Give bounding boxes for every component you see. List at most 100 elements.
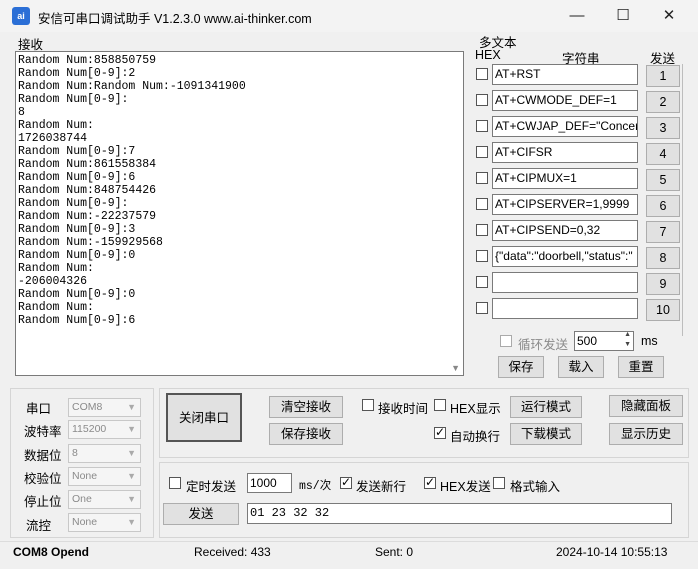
multi-scrollbar[interactable] <box>682 64 683 336</box>
download-mode-button[interactable]: 下载模式 <box>510 423 582 445</box>
multi-text-input[interactable]: {"data":"doorbell,"status":" <box>492 246 638 267</box>
scroll-down-icon[interactable]: ▼ <box>451 363 460 373</box>
minimize-button[interactable]: — <box>554 0 600 32</box>
chevron-down-icon: ▼ <box>127 448 136 458</box>
chevron-down-icon: ▼ <box>127 517 136 527</box>
send-row-button[interactable]: 4 <box>646 143 680 165</box>
baud-select[interactable]: 115200 ▼ <box>68 420 141 439</box>
receive-line: Random Num:-159929568 <box>18 236 163 249</box>
spin-up-down-icon[interactable]: ▲ ▼ <box>624 332 631 350</box>
show-history-button[interactable]: 显示历史 <box>609 423 683 445</box>
receive-line: Random Num:848754426 <box>18 184 157 197</box>
multi-text-input[interactable]: AT+CWMODE_DEF=1 <box>492 90 638 111</box>
multi-text-input[interactable]: AT+CIPSERVER=1,9999 <box>492 194 638 215</box>
multi-text-input[interactable]: AT+CIPSEND=0,32 <box>492 220 638 241</box>
status-bar: COM8 Opend Received: 433 Sent: 0 2024-10… <box>0 541 698 569</box>
parity-label: 校验位 <box>24 472 62 486</box>
timed-send-label: 定时发送 <box>186 480 237 494</box>
timed-unit: ms/次 <box>299 480 332 493</box>
reset-multi-button[interactable]: 重置 <box>618 356 664 378</box>
port-select[interactable]: COM8 ▼ <box>68 398 141 417</box>
receive-line: Random Num[0-9]:2 <box>18 67 136 80</box>
send-button[interactable]: 发送 <box>163 503 239 525</box>
timed-interval-input[interactable]: 1000 <box>247 473 292 493</box>
loop-send-label: 循环发送 <box>518 338 569 352</box>
databits-label: 数据位 <box>24 449 62 463</box>
receive-line: Random Num:Random Num:-1091341900 <box>18 80 246 93</box>
send-row-button[interactable]: 7 <box>646 221 680 243</box>
app-logo-icon: ai <box>12 7 30 25</box>
loop-unit: ms <box>641 334 658 348</box>
send-row-button[interactable]: 3 <box>646 117 680 139</box>
send-row-button[interactable]: 2 <box>646 91 680 113</box>
multi-text-input[interactable]: AT+CIFSR <box>492 142 638 163</box>
clear-receive-button[interactable]: 清空接收 <box>269 396 343 418</box>
parity-select[interactable]: None ▼ <box>68 467 141 486</box>
hex-row-checkbox[interactable] <box>476 120 488 132</box>
auto-wrap-checkbox[interactable] <box>434 425 446 439</box>
format-input-checkbox[interactable] <box>493 477 505 489</box>
loop-send-checkbox[interactable] <box>500 335 512 347</box>
receive-line: 8 <box>18 106 25 119</box>
maximize-button[interactable]: ☐ <box>600 0 646 32</box>
receive-line: Random Num: <box>18 119 94 132</box>
close-window-button[interactable]: ✕ <box>646 0 692 32</box>
send-group <box>159 462 689 538</box>
hex-row-checkbox[interactable] <box>476 302 488 314</box>
receive-line: Random Num: <box>18 301 94 314</box>
hex-display-checkbox[interactable] <box>434 399 446 411</box>
receive-textarea[interactable]: Random Num:858850759 Random Num[0-9]:2 Ran… <box>15 51 464 376</box>
send-row-button[interactable]: 10 <box>646 299 680 321</box>
close-port-button[interactable]: 关闭串口 <box>166 393 242 442</box>
receive-line: Random Num: <box>18 262 94 275</box>
chevron-down-icon: ▼ <box>127 471 136 481</box>
timed-send-checkbox[interactable] <box>169 477 181 489</box>
sent-count: Sent: 0 <box>375 545 414 559</box>
multi-text-input[interactable] <box>492 272 638 293</box>
hex-row-checkbox[interactable] <box>476 172 488 184</box>
hex-header: HEX <box>475 48 501 62</box>
receive-line: Random Num[0-9]:6 <box>18 171 136 184</box>
databits-select[interactable]: 8 ▼ <box>68 444 141 463</box>
hex-row-checkbox[interactable] <box>476 224 488 236</box>
hide-panel-button[interactable]: 隐藏面板 <box>609 395 683 417</box>
load-multi-button[interactable]: 载入 <box>558 356 604 378</box>
send-row-button[interactable]: 6 <box>646 195 680 217</box>
receive-time-checkbox[interactable] <box>362 399 374 411</box>
multi-text-input[interactable]: AT+CWJAP_DEF="Concer <box>492 116 638 137</box>
save-receive-button[interactable]: 保存接收 <box>269 423 343 445</box>
hex-row-checkbox[interactable] <box>476 68 488 80</box>
multi-text-input[interactable]: AT+CIPMUX=1 <box>492 168 638 189</box>
receive-line: 1726038744 <box>18 132 88 145</box>
send-newline-label: 发送新行 <box>356 480 407 494</box>
stopbits-label: 停止位 <box>24 495 62 509</box>
send-row-button[interactable]: 9 <box>646 273 680 295</box>
hex-send-checkbox[interactable] <box>424 475 436 489</box>
receive-time-label: 接收时间 <box>378 402 429 416</box>
multi-text-input[interactable] <box>492 298 638 319</box>
hex-row-checkbox[interactable] <box>476 250 488 262</box>
receive-line: Random Num:861558384 <box>18 158 157 171</box>
send-row-button[interactable]: 5 <box>646 169 680 191</box>
send-newline-checkbox[interactable] <box>340 475 352 489</box>
hex-row-checkbox[interactable] <box>476 94 488 106</box>
flow-label: 流控 <box>26 519 52 533</box>
receive-line: Random Num[0-9]:0 <box>18 249 136 262</box>
receive-line: Random Num[0-9]:6 <box>18 314 136 327</box>
save-multi-button[interactable]: 保存 <box>498 356 544 378</box>
loop-interval-input[interactable]: 500 ▲ ▼ <box>574 331 634 351</box>
run-mode-button[interactable]: 运行模式 <box>510 396 582 418</box>
title-bar: ai 安信可串口调试助手 V1.2.3.0 www.ai-thinker.com… <box>0 0 698 32</box>
stopbits-select[interactable]: One ▼ <box>68 490 141 509</box>
send-content-input[interactable]: 01 23 32 32 <box>247 503 672 524</box>
port-state: COM8 Opend <box>13 545 90 559</box>
send-row-button[interactable]: 8 <box>646 247 680 269</box>
flow-select[interactable]: None ▼ <box>68 513 141 532</box>
chevron-down-icon: ▼ <box>127 424 136 434</box>
hex-row-checkbox[interactable] <box>476 276 488 288</box>
receive-line: Random Num:-22237579 <box>18 210 157 223</box>
multi-text-input[interactable]: AT+RST <box>492 64 638 85</box>
hex-row-checkbox[interactable] <box>476 146 488 158</box>
send-row-button[interactable]: 1 <box>646 65 680 87</box>
hex-row-checkbox[interactable] <box>476 198 488 210</box>
